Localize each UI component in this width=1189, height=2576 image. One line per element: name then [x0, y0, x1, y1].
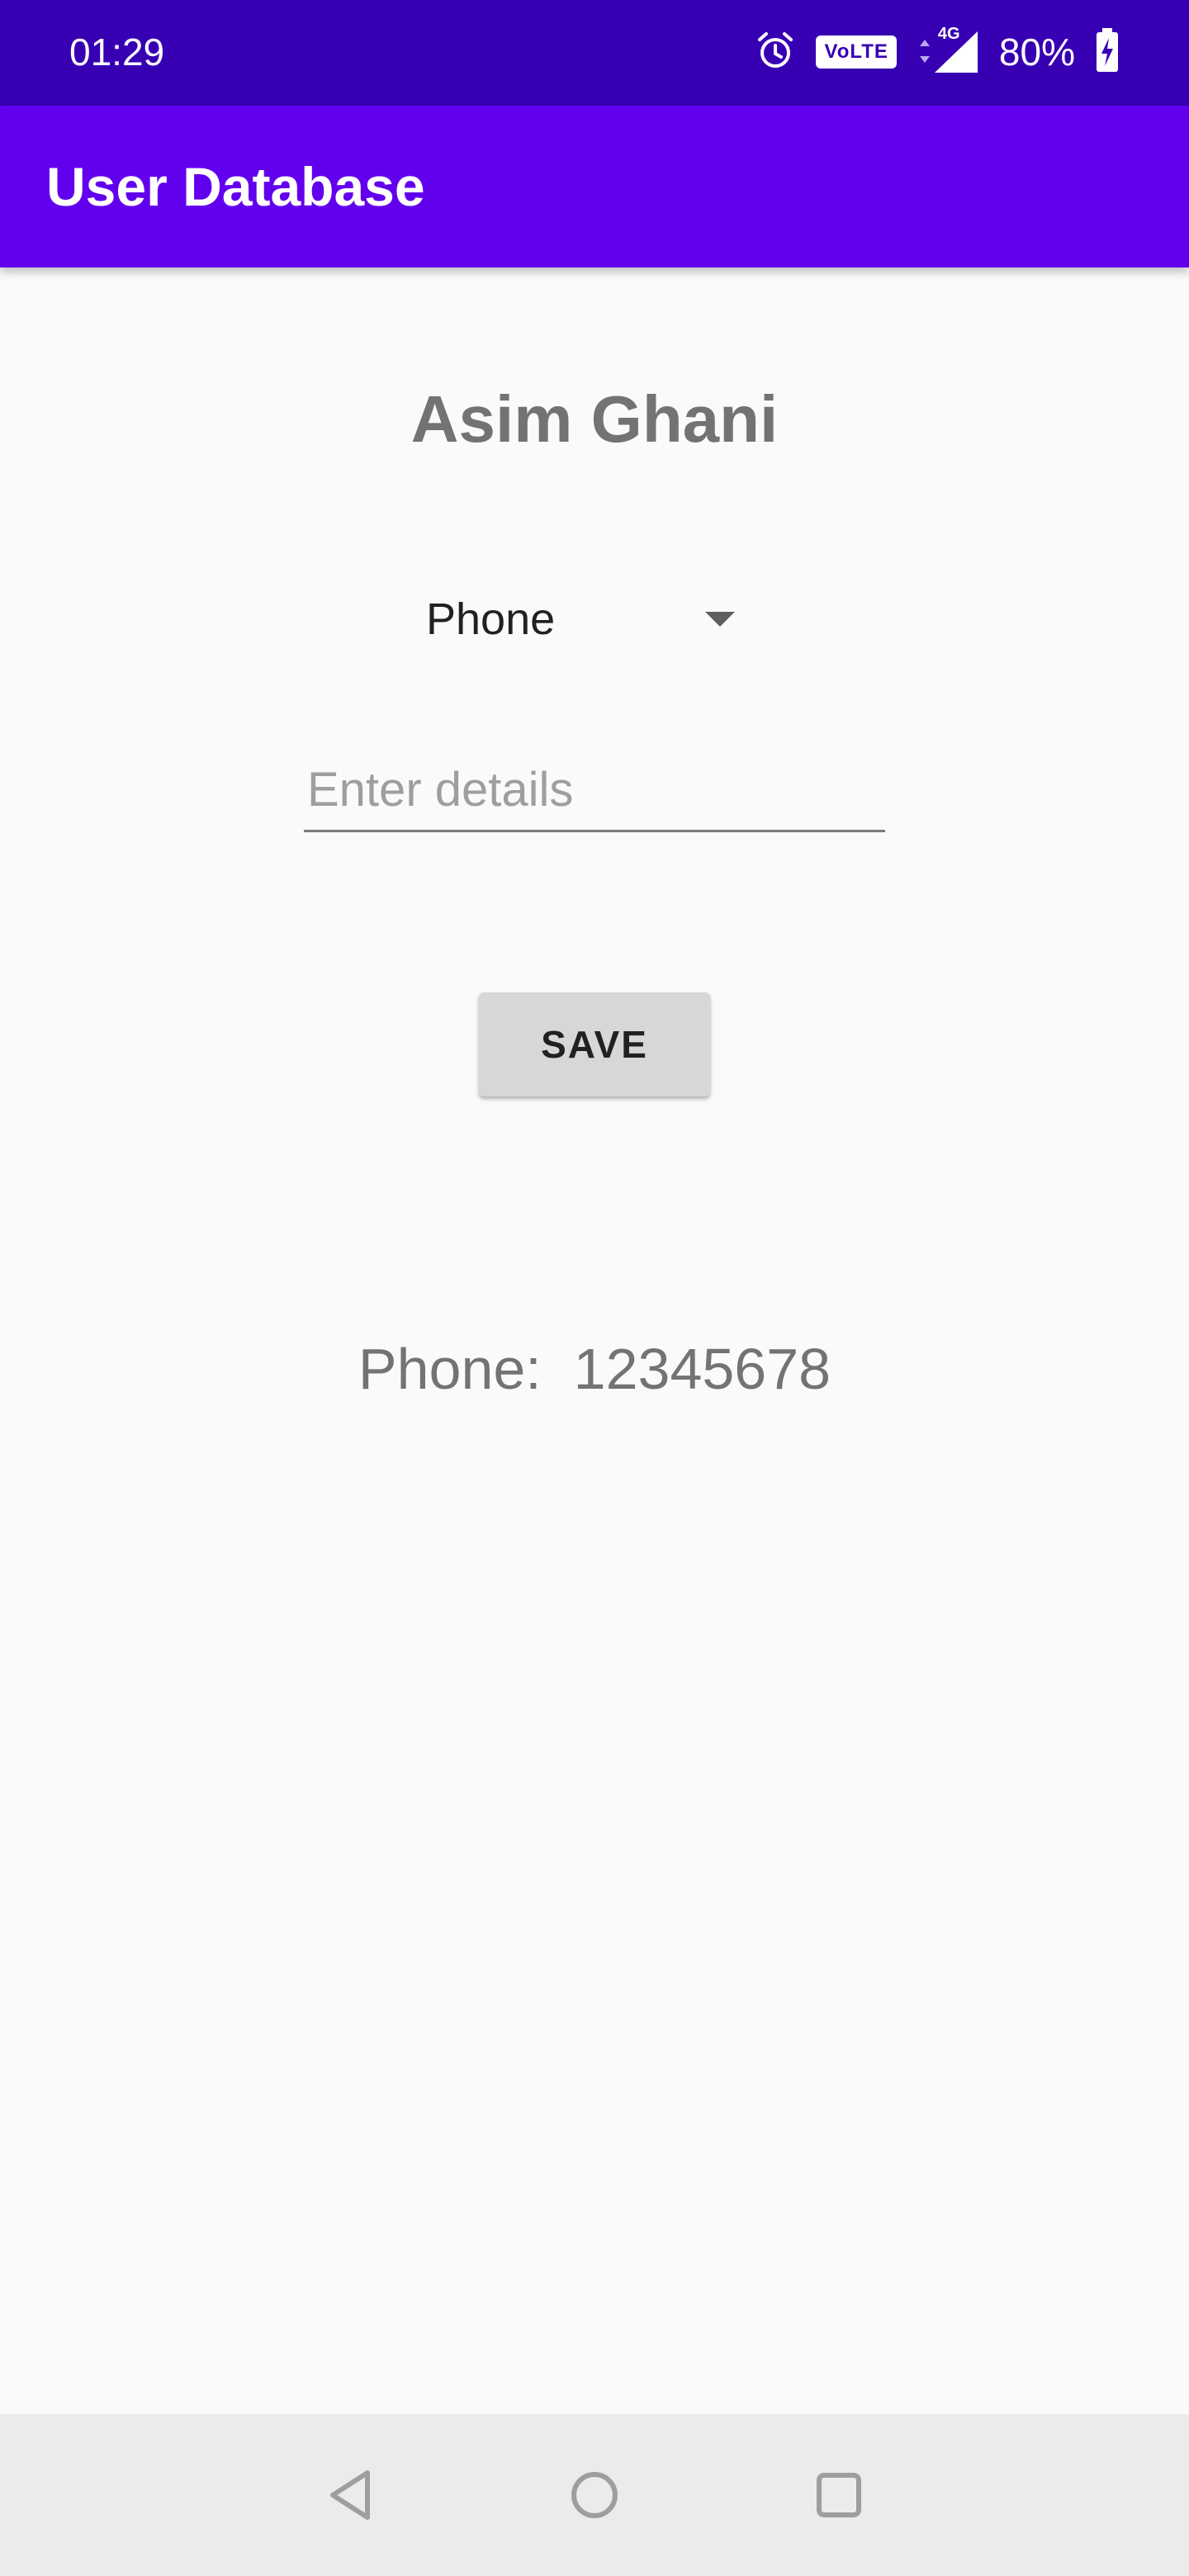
- signal-4g-icon: 4G: [917, 25, 979, 74]
- recents-icon[interactable]: [791, 2447, 887, 2543]
- user-name-heading: Asim Ghani: [410, 382, 779, 456]
- details-input[interactable]: [304, 750, 885, 832]
- alarm-icon: [755, 30, 796, 75]
- back-icon[interactable]: [302, 2447, 398, 2543]
- status-bar: 01:29 VoLTE 4G 80%: [0, 0, 1189, 106]
- battery-percentage: 80%: [998, 31, 1075, 73]
- app-title: User Database: [46, 156, 425, 217]
- field-type-selected: Phone: [426, 594, 556, 644]
- home-icon[interactable]: [547, 2447, 642, 2543]
- navigation-bar: [0, 2414, 1189, 2576]
- battery-charging-icon: [1095, 27, 1120, 77]
- volte-badge: VoLTE: [816, 36, 897, 69]
- status-time: 01:29: [69, 31, 165, 73]
- network-type-label: 4G: [937, 25, 960, 43]
- status-icons: VoLTE 4G 80%: [755, 25, 1120, 79]
- save-button[interactable]: SAVE: [479, 992, 710, 1096]
- dropdown-arrow-icon: [705, 612, 735, 627]
- saved-detail-text: Phone: 12345678: [358, 1337, 831, 1401]
- app-bar: User Database: [0, 106, 1189, 268]
- field-type-dropdown[interactable]: Phone: [410, 578, 756, 661]
